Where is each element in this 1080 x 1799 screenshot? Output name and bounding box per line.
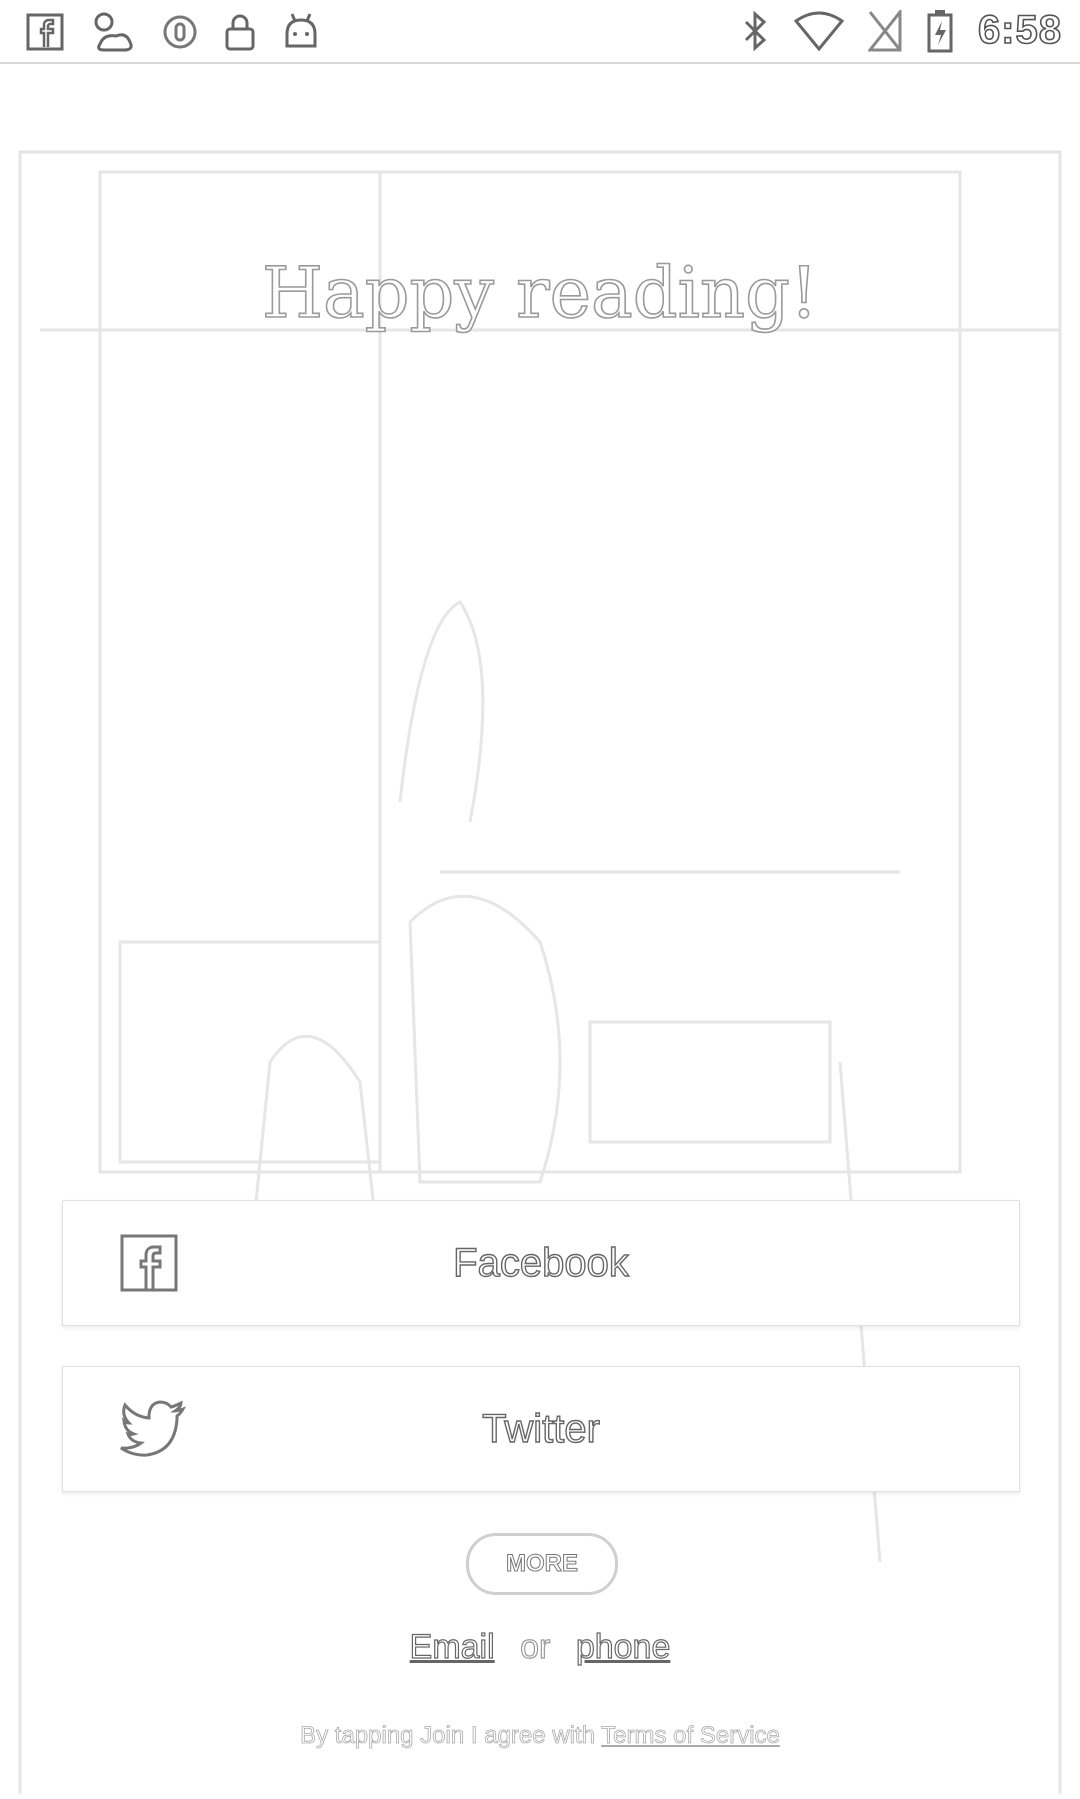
facebook-button-label: Facebook xyxy=(452,1240,629,1285)
more-button[interactable]: MORE xyxy=(466,1533,618,1595)
facebook-icon xyxy=(26,13,64,51)
battery-charging-icon xyxy=(926,9,954,53)
twitter-login-button[interactable]: Twitter xyxy=(62,1366,1020,1492)
page-title: Happy reading! xyxy=(261,251,819,335)
weather-icon xyxy=(90,10,136,54)
bluetooth-icon xyxy=(742,10,770,52)
twitter-button-label: Twitter xyxy=(481,1406,600,1451)
terms-notice: By tapping Join I agree with Terms of Se… xyxy=(0,1722,1080,1750)
terms-prefix: By tapping Join I agree with xyxy=(300,1722,596,1750)
or-separator: or xyxy=(520,1627,551,1666)
phone-link[interactable]: phone xyxy=(575,1627,671,1666)
facebook-login-button[interactable]: Facebook xyxy=(62,1200,1020,1326)
lock-icon xyxy=(224,12,256,52)
no-sim-icon xyxy=(867,9,902,52)
alternative-login-links: Email or phone xyxy=(0,1627,1080,1667)
circle-o-icon xyxy=(162,14,198,50)
email-link[interactable]: Email xyxy=(409,1627,495,1666)
terms-of-service-link[interactable]: Terms of Service xyxy=(601,1722,781,1750)
status-time: 6:58 xyxy=(977,7,1062,53)
status-bar: 6:58 xyxy=(0,0,1080,64)
android-icon xyxy=(282,12,320,52)
wifi-icon xyxy=(793,11,844,51)
